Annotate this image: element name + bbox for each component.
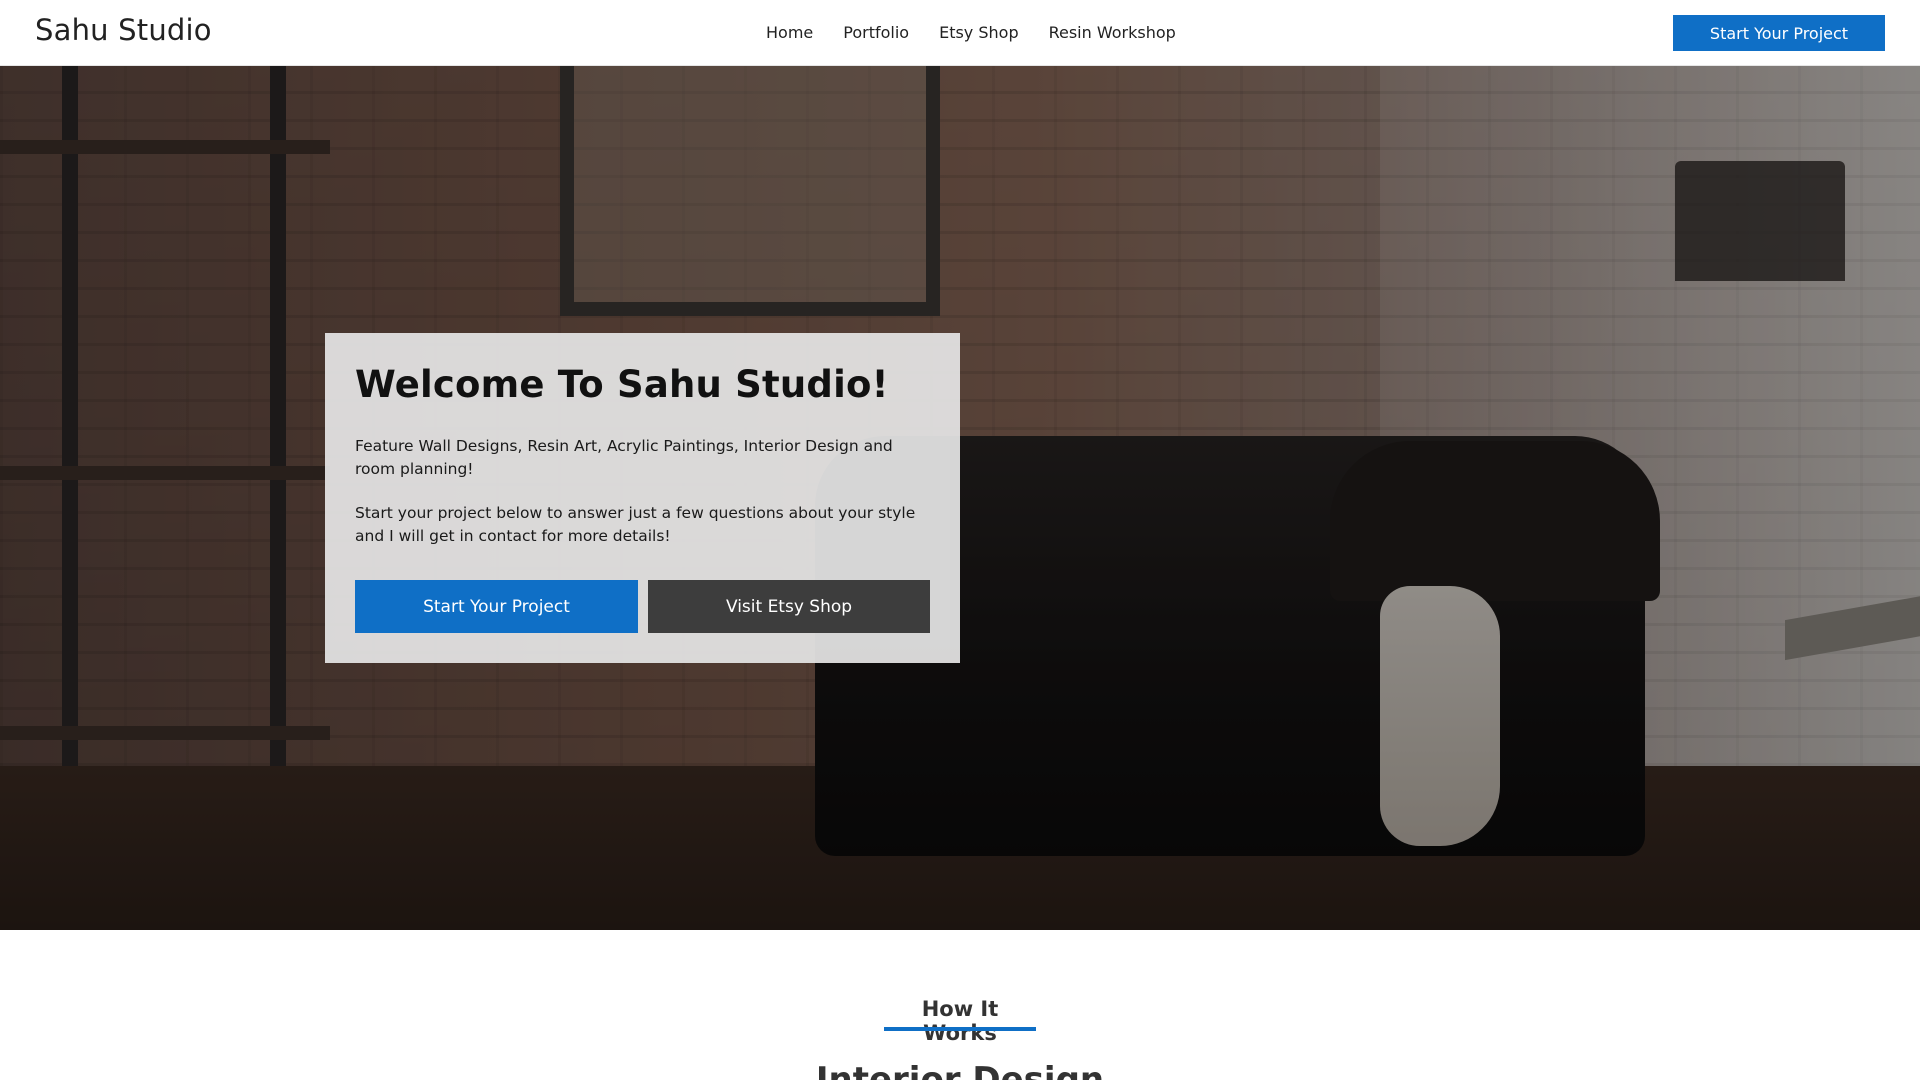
section-heading: Interior Design bbox=[815, 1060, 1105, 1080]
visit-etsy-shop-button[interactable]: Visit Etsy Shop bbox=[648, 580, 930, 633]
hero-overlay bbox=[0, 66, 1920, 930]
site-header: Sahu Studio Home Portfolio Etsy Shop Res… bbox=[0, 0, 1920, 66]
hero-card: Welcome To Sahu Studio! Feature Wall Des… bbox=[325, 333, 960, 663]
hero-title: Welcome To Sahu Studio! bbox=[355, 363, 889, 406]
hero-instructions: Start your project below to answer just … bbox=[355, 504, 916, 545]
start-project-button[interactable]: Start Your Project bbox=[355, 580, 638, 633]
nav-resin-workshop[interactable]: Resin Workshop bbox=[1049, 22, 1176, 44]
nav-home[interactable]: Home bbox=[766, 22, 813, 44]
site-logo[interactable]: Sahu Studio bbox=[35, 13, 212, 47]
main-nav: Home Portfolio Etsy Shop Resin Workshop bbox=[766, 22, 1176, 44]
hero-section bbox=[0, 66, 1920, 930]
hero-buttons: Start Your Project Visit Etsy Shop bbox=[355, 580, 930, 633]
header-start-project-button[interactable]: Start Your Project bbox=[1673, 15, 1885, 51]
section-tag: How It Works bbox=[921, 997, 999, 1045]
section-underline bbox=[884, 1027, 1036, 1031]
nav-etsy-shop[interactable]: Etsy Shop bbox=[939, 22, 1019, 44]
hero-description: Feature Wall Designs, Resin Art, Acrylic… bbox=[355, 437, 893, 478]
nav-portfolio[interactable]: Portfolio bbox=[843, 22, 909, 44]
